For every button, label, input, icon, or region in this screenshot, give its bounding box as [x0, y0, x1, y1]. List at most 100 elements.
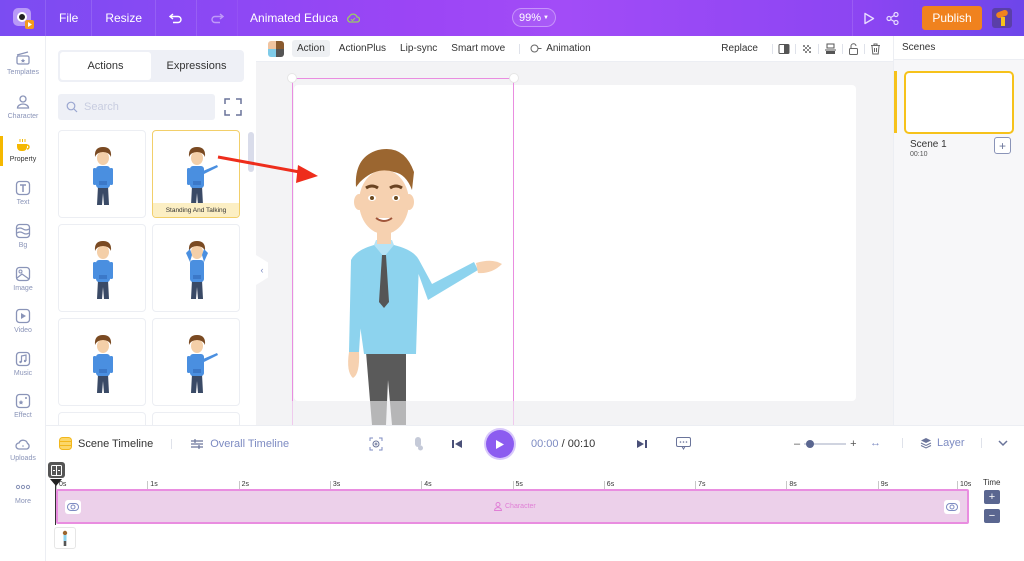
layer-align-icon[interactable]	[824, 43, 837, 55]
publish-button[interactable]: Publish	[922, 6, 982, 30]
music-icon	[15, 351, 31, 367]
action-card-standing-and-talking[interactable]: Standing And Talking	[152, 130, 240, 218]
zoom-level-dropdown[interactable]: 99% ▼	[512, 8, 556, 27]
character-thumbnail	[186, 241, 208, 299]
plus-icon: +	[988, 491, 996, 503]
nav-item-text[interactable]: Text	[0, 180, 46, 206]
action-plus-button[interactable]: ActionPlus	[334, 40, 391, 57]
nav-label: Templates	[7, 69, 39, 76]
loop-icon	[67, 503, 79, 511]
chevron-down-icon[interactable]	[998, 440, 1008, 447]
time-separator: /	[561, 438, 565, 450]
nav-item-more[interactable]: More	[0, 479, 46, 505]
nav-item-templates[interactable]: Templates	[0, 50, 46, 76]
transparency-icon[interactable]	[801, 43, 813, 55]
project-title[interactable]: Animated Educa	[250, 11, 338, 25]
time-increase-button[interactable]: +	[984, 490, 1000, 504]
action-card[interactable]	[58, 412, 146, 425]
slider-thumb[interactable]	[806, 440, 815, 448]
playhead-handle[interactable]	[48, 462, 65, 478]
text-icon	[15, 180, 31, 196]
nav-label: Effect	[14, 412, 32, 419]
subtitles-icon[interactable]	[676, 437, 691, 450]
nav-item-image[interactable]: Image	[0, 266, 46, 292]
overall-timeline-tab[interactable]: Overall Timeline	[190, 438, 289, 450]
undo-icon	[169, 13, 182, 24]
action-button[interactable]: Action	[292, 40, 330, 57]
play-icon	[496, 439, 504, 449]
animation-button[interactable]: Animation	[525, 40, 595, 57]
character-track[interactable]: Character	[56, 489, 969, 524]
layer-button[interactable]: Layer	[920, 437, 965, 449]
smart-move-button[interactable]: Smart move	[446, 40, 510, 57]
overall-timeline-label: Overall Timeline	[210, 437, 290, 450]
user-avatar[interactable]	[992, 8, 1012, 28]
nav-item-effect[interactable]: Effect	[0, 393, 46, 419]
loop-icon	[946, 503, 958, 511]
microphone-icon[interactable]	[412, 436, 424, 452]
redo-button[interactable]	[197, 0, 239, 36]
caret-down-icon: ▼	[543, 14, 549, 21]
tab-expressions[interactable]: Expressions	[151, 52, 242, 80]
file-menu[interactable]: File	[46, 0, 93, 36]
scene-thumbnail[interactable]	[904, 71, 1014, 134]
color-swatch[interactable]	[268, 40, 284, 57]
panel-scrollbar[interactable]	[248, 132, 254, 172]
lock-icon[interactable]	[848, 42, 859, 55]
skip-forward-icon[interactable]	[636, 438, 648, 450]
action-card[interactable]	[58, 130, 146, 218]
time-decrease-button[interactable]: −	[984, 509, 1000, 523]
nav-item-character[interactable]: Character	[0, 94, 46, 120]
timeline-toolbar: Scene Timeline Overall Timeline 00:00 / …	[46, 425, 1024, 461]
skip-back-icon[interactable]	[451, 438, 463, 450]
zoom-in-icon[interactable]: +	[850, 438, 856, 450]
fit-width-icon[interactable]: ↔	[870, 437, 881, 449]
delete-icon[interactable]	[870, 43, 881, 55]
playhead-marker	[50, 479, 62, 486]
nav-item-uploads[interactable]: Uploads	[0, 436, 46, 462]
character-icon	[16, 95, 30, 109]
track-thumbnail[interactable]	[54, 527, 76, 549]
nav-item-bg[interactable]: Bg	[0, 223, 46, 249]
search-input[interactable]	[84, 101, 194, 113]
loop-end-button[interactable]	[944, 500, 960, 514]
timeline-zoom-slider[interactable]: – +	[794, 438, 857, 450]
action-card[interactable]	[152, 224, 240, 312]
action-card[interactable]	[58, 224, 146, 312]
character-thumbnail	[93, 241, 113, 299]
loop-start-button[interactable]	[65, 500, 81, 514]
redo-icon	[211, 13, 225, 24]
zoom-out-icon[interactable]: –	[794, 438, 800, 450]
nav-item-music[interactable]: Music	[0, 351, 46, 377]
tab-actions[interactable]: Actions	[60, 52, 151, 80]
divider	[171, 438, 173, 449]
replace-button[interactable]: Replace	[716, 40, 763, 57]
add-scene-button[interactable]: +	[994, 137, 1011, 154]
play-button[interactable]	[486, 430, 514, 458]
divider	[772, 43, 773, 54]
total-time: 00:10	[567, 438, 596, 450]
lip-sync-button[interactable]: Lip-sync	[395, 40, 442, 57]
top-bar: File Resize Animated Educa 99% ▼ Publish	[0, 0, 1024, 36]
action-card[interactable]	[58, 318, 146, 406]
app-logo[interactable]	[0, 0, 46, 36]
undo-button[interactable]	[156, 0, 198, 36]
focus-zoom-icon[interactable]	[369, 437, 383, 451]
action-card[interactable]	[152, 412, 240, 425]
resize-button[interactable]: Resize	[92, 0, 157, 36]
video-icon	[15, 308, 31, 324]
expand-icon[interactable]	[222, 96, 244, 118]
scene-timeline-tab[interactable]: Scene Timeline	[59, 437, 153, 450]
flip-icon[interactable]	[778, 43, 790, 55]
plus-icon: +	[998, 138, 1006, 153]
preview-play-icon[interactable]	[863, 12, 875, 25]
templates-icon	[16, 51, 30, 65]
panel-tabs: Actions Expressions	[58, 50, 244, 82]
action-card[interactable]	[152, 318, 240, 406]
nav-item-property[interactable]: Property	[0, 137, 46, 163]
character-businessman[interactable]	[256, 62, 893, 425]
search-icon	[66, 101, 78, 113]
nav-item-video[interactable]: Video	[0, 308, 46, 334]
share-icon[interactable]	[885, 11, 899, 25]
action-toolbar: Action ActionPlus Lip-sync Smart move An…	[256, 36, 893, 62]
